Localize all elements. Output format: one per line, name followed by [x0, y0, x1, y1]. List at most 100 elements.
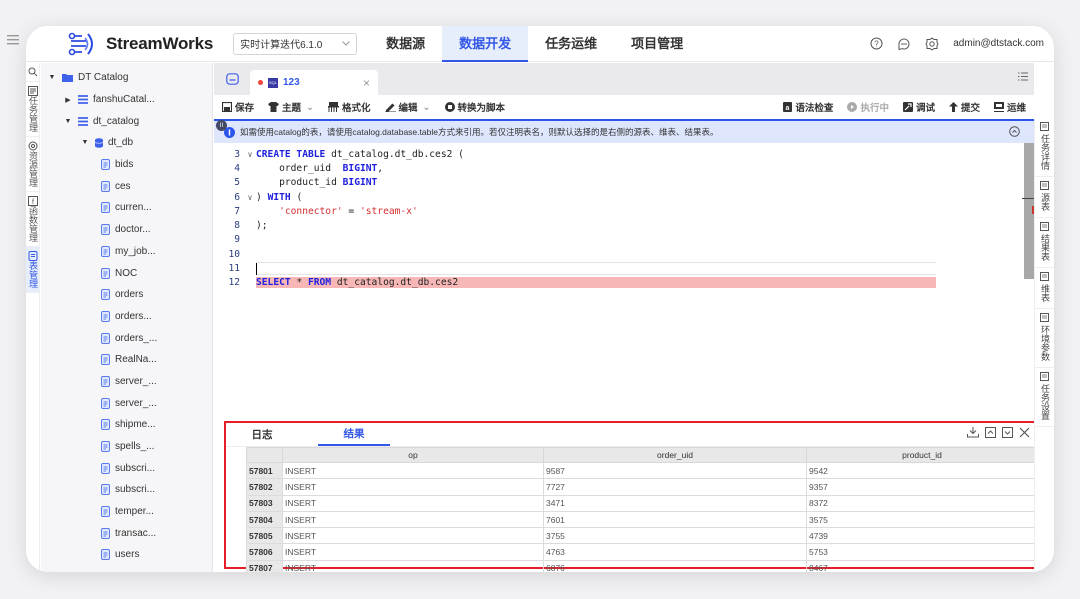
tab-log[interactable]: 日志 [226, 422, 298, 446]
tree-node-table[interactable]: RealNa... [41, 349, 212, 371]
table-row[interactable]: 57804 INSERT 7601 3575 [246, 510, 1038, 529]
rail-function-management[interactable]: f 函数管理 [26, 192, 39, 247]
tree-node-catalog[interactable]: ▼ dt_catalog [41, 110, 212, 132]
ops-button[interactable]: 运维 [993, 100, 1026, 114]
tree-node-table[interactable]: transac... [41, 522, 212, 544]
minimize-down-icon[interactable] [1002, 427, 1013, 438]
table-row[interactable]: 57802 INSERT 7727 9357 [246, 478, 1038, 496]
tree-node-table[interactable]: server_... [41, 392, 212, 414]
rail-resource-management[interactable]: 资源管理 [26, 137, 39, 192]
project-selector[interactable]: 实时计算迭代6.1.0 [233, 32, 358, 55]
settings-icon[interactable] [925, 36, 939, 51]
tree-node-table[interactable]: server_... [41, 371, 212, 393]
tree-node-table[interactable]: temper... [41, 501, 212, 523]
nav-datasource[interactable]: 数据源 [369, 26, 442, 62]
right-panel-task-settings[interactable]: 任务设置 [1035, 368, 1054, 427]
rail-table-management[interactable]: 表管理 [26, 247, 39, 293]
tree-node-database[interactable]: ▼ dt_db [41, 132, 212, 154]
close-icon[interactable]: × [363, 76, 370, 90]
tree-node-table[interactable]: shipme... [41, 414, 212, 436]
right-panel-result-table[interactable]: 结果表 [1035, 218, 1054, 268]
caret-down-icon[interactable]: ▼ [80, 139, 90, 146]
column-header[interactable]: order_uid [543, 447, 807, 463]
tab-result[interactable]: 结果 [318, 422, 390, 446]
sql-code-editor[interactable]: 3 ∨ CREATE TABLE dt_catalog.dt_db.ces2 (… [214, 143, 1037, 373]
syntax-check-label: 语法检查 [795, 103, 834, 114]
theme-dropdown[interactable]: 主题 ⌄ [268, 100, 314, 114]
tree-node-table[interactable]: spells_... [41, 436, 212, 458]
rail-search[interactable] [26, 63, 39, 82]
tree-node-table[interactable]: doctor... [41, 219, 212, 241]
table-row[interactable]: 57806 INSERT 4763 5753 [246, 543, 1038, 561]
table-file-icon [101, 397, 110, 409]
tab-sql-123[interactable]: SQL 123 × [250, 70, 378, 95]
tree-node-table[interactable]: curren... [41, 197, 212, 219]
help-icon[interactable]: ? [870, 37, 883, 50]
caret-right-icon[interactable]: ▶ [63, 96, 73, 104]
debug-button[interactable]: 调试 [902, 100, 935, 114]
cell-order-uid: 3755 [543, 527, 807, 545]
cell-op: INSERT [282, 559, 544, 572]
tab-list-icon[interactable] [1018, 72, 1028, 81]
fold-chevron-icon[interactable]: ∨ [244, 193, 256, 202]
save-button[interactable]: 保存 [222, 100, 254, 114]
line-number: 10 [228, 248, 240, 260]
table-row[interactable]: 57801 INSERT 9587 9542 [246, 461, 1038, 480]
rail-task-management[interactable]: 任务管理 [26, 82, 39, 137]
tree-node-table[interactable]: subscri... [41, 479, 212, 501]
line-number: 3 [234, 148, 240, 160]
user-account[interactable]: admin@dtstack.com [953, 38, 1044, 49]
tree-node-table[interactable]: NOC [41, 262, 212, 284]
maximize-up-icon[interactable] [985, 427, 996, 438]
message-icon[interactable] [897, 37, 911, 51]
right-panel-source-table[interactable]: 源表 [1035, 177, 1054, 218]
right-panel-task-details[interactable]: 任务详情 [1035, 118, 1054, 177]
caret-down-icon[interactable]: ▼ [47, 74, 57, 81]
home-tab[interactable] [214, 63, 250, 95]
format-button[interactable]: 格式化 [328, 100, 371, 114]
running-button[interactable]: 执行中 [847, 100, 889, 114]
nav-task-ops[interactable]: 任务运维 [528, 26, 614, 62]
cell-order-uid: 3471 [543, 494, 807, 512]
code-string: 'connector' [256, 205, 343, 217]
tree-node-label: subscri... [115, 484, 156, 496]
close-icon[interactable] [1019, 427, 1030, 438]
submit-button[interactable]: 提交 [948, 100, 980, 114]
edit-dropdown[interactable]: 编辑 ⌄ [384, 100, 431, 114]
table-row[interactable]: 57807 INSERT 6876 8467 [246, 559, 1038, 572]
pause-icon[interactable]: II [216, 120, 227, 131]
cell-op: INSERT [282, 494, 544, 512]
code-text: dt_catalog.dt_db.ces2 [331, 277, 459, 289]
tree-node-root[interactable]: ▼ DT Catalog [41, 67, 212, 89]
rail-label: 任务管理 [28, 96, 38, 132]
menu-toggle-button[interactable] [0, 26, 26, 54]
download-icon[interactable] [967, 427, 979, 438]
right-panel-dimension-table[interactable]: 维表 [1035, 268, 1054, 309]
tree-node-table[interactable]: my_job... [41, 241, 212, 263]
table-row[interactable]: 57805 INSERT 3755 4739 [246, 527, 1038, 545]
editor-toolbar: 保存 主题 ⌄ 格式化 编辑 ⌄ 转换为脚本 a 语法检查 执行中 调试 提交 … [214, 95, 1034, 121]
tree-node-table[interactable]: orders [41, 284, 212, 306]
tree-node-table[interactable]: orders... [41, 306, 212, 328]
table-row[interactable]: 57803 INSERT 3471 8372 [246, 494, 1038, 512]
tree-node-catalog[interactable]: ▶ fanshuCatal... [41, 89, 212, 111]
caret-down-icon[interactable]: ▼ [63, 118, 73, 125]
rail-label: 函数管理 [28, 206, 38, 242]
syntax-check-button[interactable]: a 语法检查 [783, 100, 833, 114]
collapse-up-icon[interactable] [1009, 126, 1020, 137]
nav-data-development[interactable]: 数据开发 [442, 26, 529, 62]
fold-chevron-icon[interactable]: ∨ [244, 150, 256, 159]
nav-project-management[interactable]: 项目管理 [614, 26, 700, 62]
tree-node-table[interactable]: ces [41, 175, 212, 197]
table-file-icon [101, 332, 110, 344]
right-panel-env-params[interactable]: 环境参数 [1035, 309, 1054, 368]
brand[interactable]: StreamWorks [68, 32, 213, 56]
convert-to-script-button[interactable]: 转换为脚本 [444, 100, 505, 114]
tree-node-table[interactable]: users [41, 544, 212, 566]
column-header[interactable]: op [282, 447, 544, 463]
tree-node-table[interactable]: bids [41, 154, 212, 176]
tree-node-table[interactable]: orders_... [41, 327, 212, 349]
column-header[interactable]: product_id [806, 447, 1038, 463]
tree-node-table[interactable]: subscri... [41, 457, 212, 479]
rail-label: 表管理 [28, 261, 38, 288]
